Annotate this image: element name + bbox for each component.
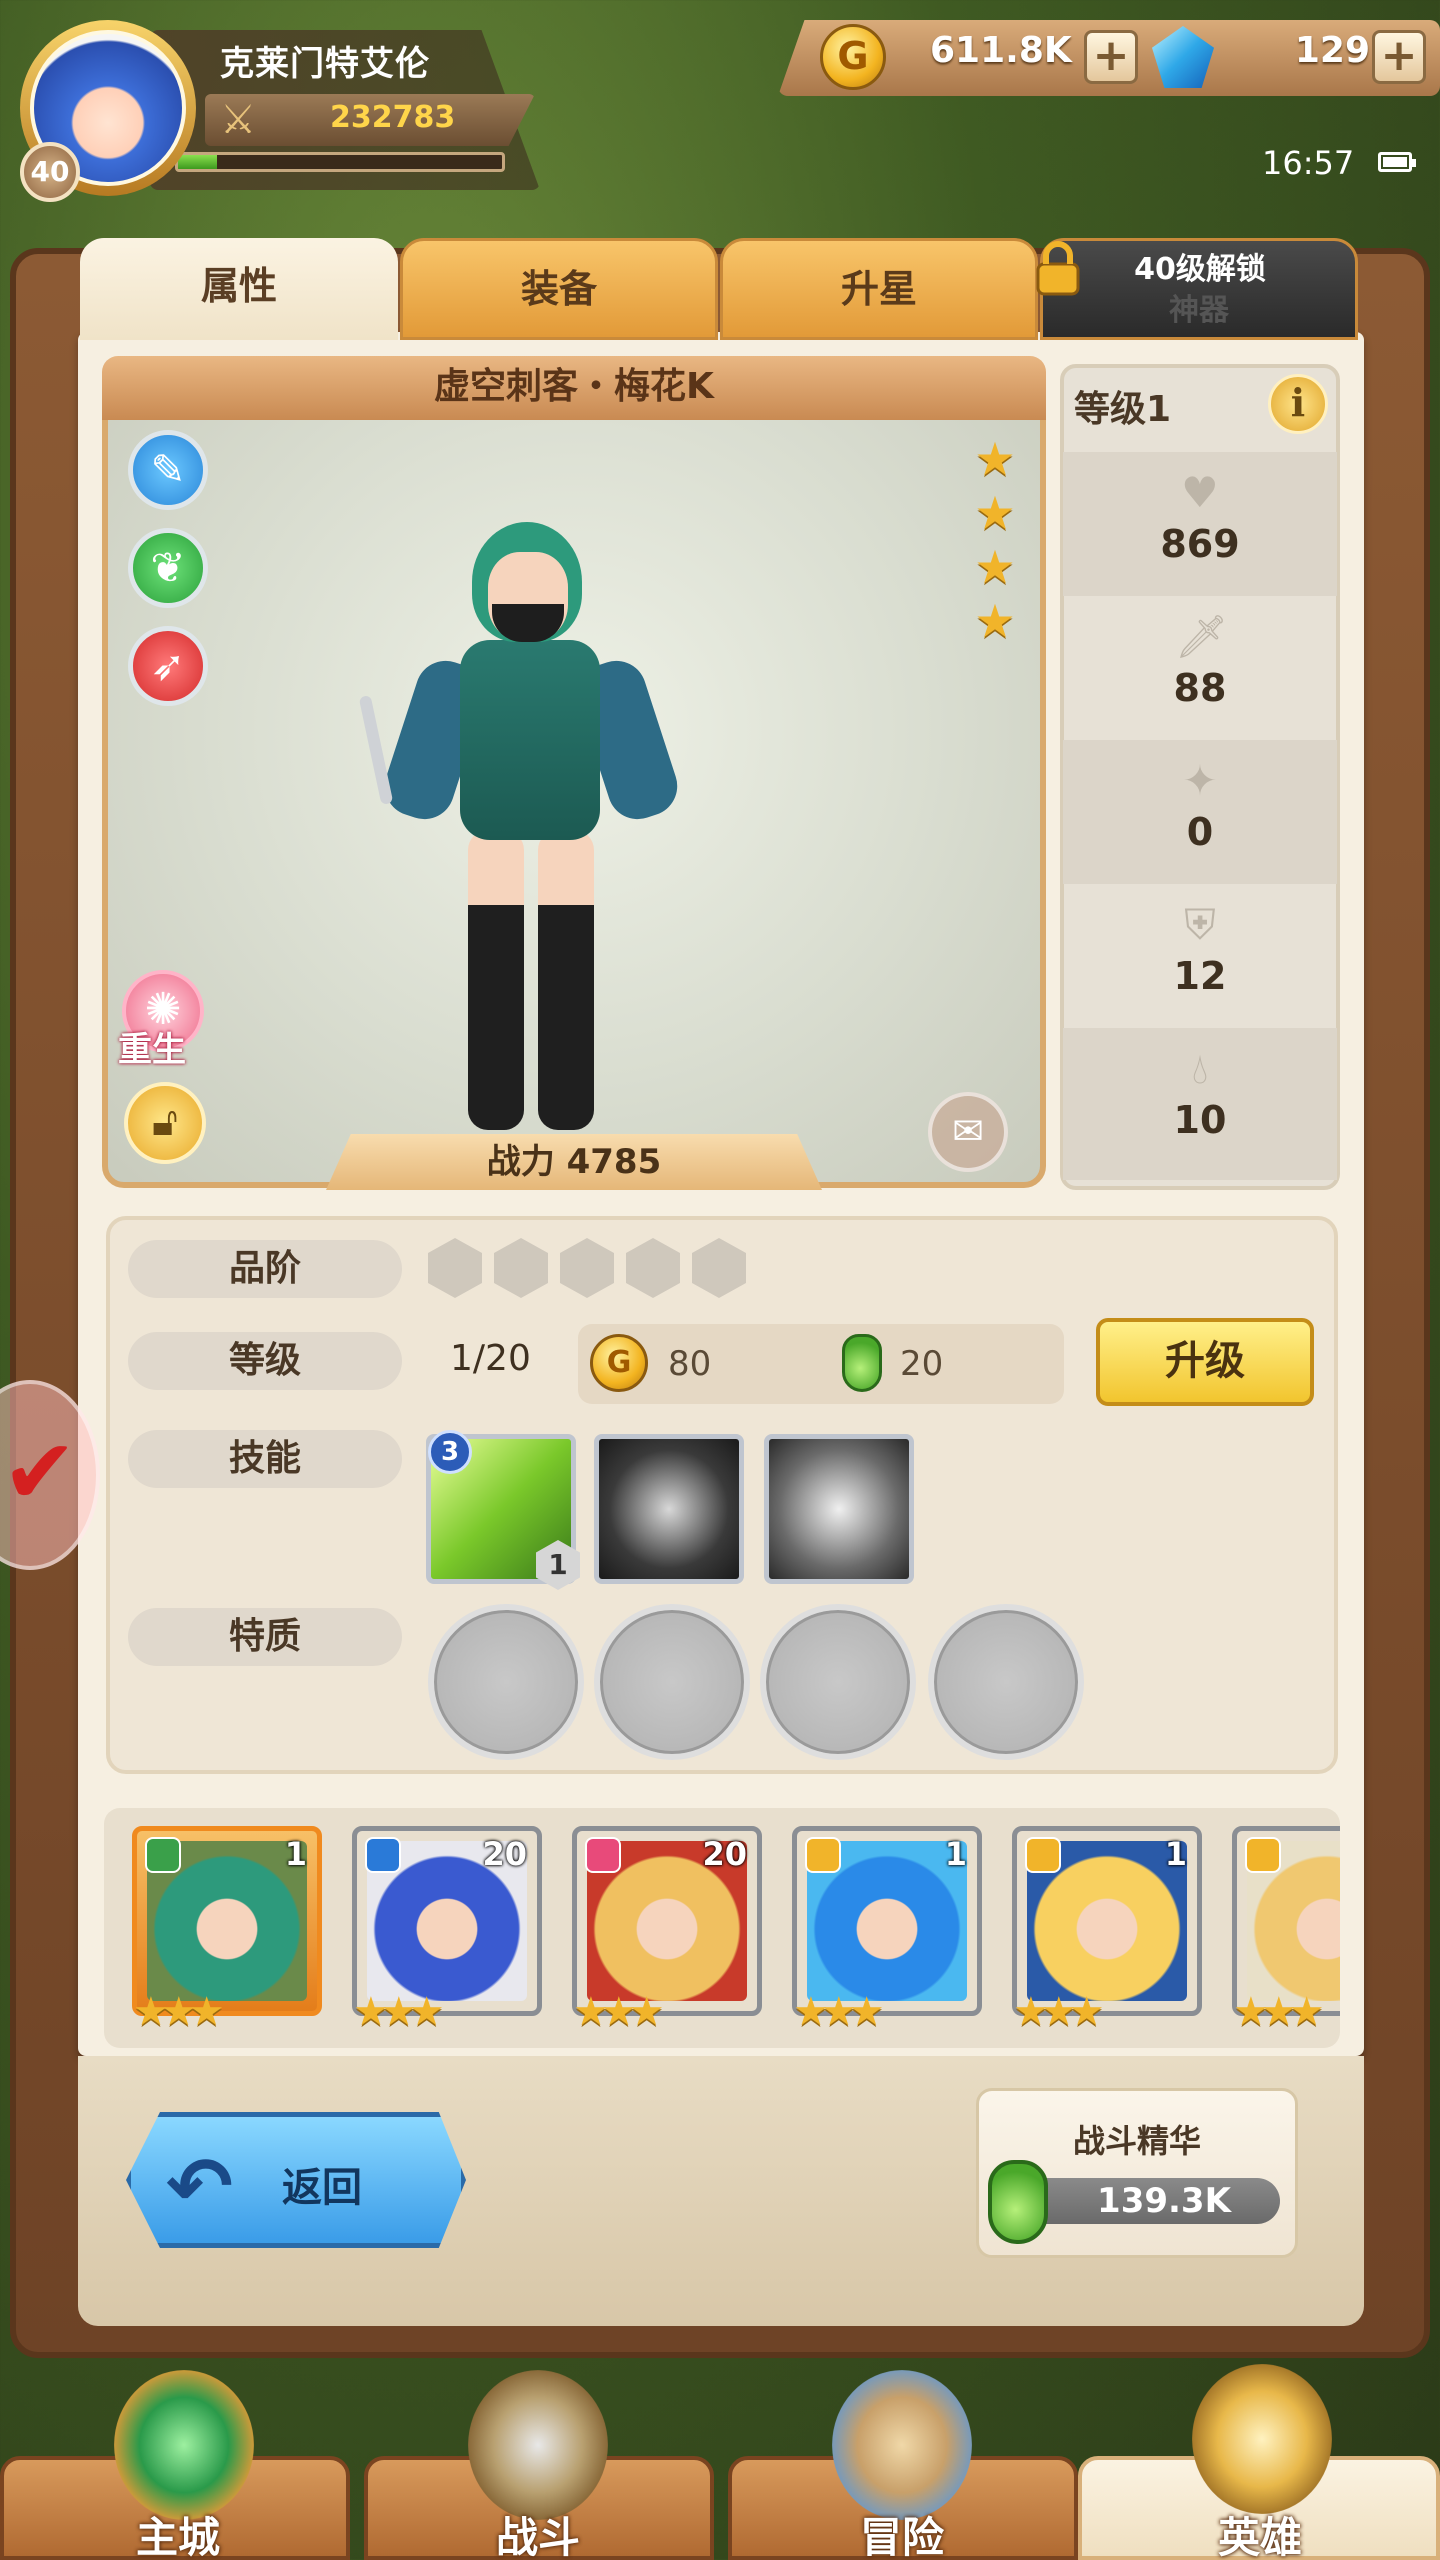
- wolf-icon[interactable]: ❦: [128, 528, 208, 608]
- level-progress: 1/20: [450, 1338, 531, 1379]
- essence-cost: 20: [900, 1344, 944, 1384]
- trait-slot-1[interactable]: [428, 1604, 584, 1760]
- roster-hero-card[interactable]: 20 ★★★: [352, 1826, 542, 2035]
- nav-tab-main-city[interactable]: 主城: [0, 2370, 350, 2560]
- stat-value: 88: [1173, 666, 1227, 710]
- main-city-icon: [114, 2370, 254, 2520]
- chat-bubble-icon[interactable]: ✉: [928, 1092, 1008, 1172]
- hero-star-1: ★: [974, 432, 1016, 486]
- hero-star-2: ★: [974, 486, 1016, 540]
- hero-name: 虚空刺客・梅花K: [102, 356, 1046, 420]
- hero-power: 战力 4785: [326, 1134, 822, 1190]
- info-icon[interactable]: i: [1268, 374, 1328, 434]
- gold-coin-icon: G: [590, 1334, 648, 1392]
- player-xp-bar: [175, 152, 505, 172]
- back-button-label[interactable]: 返回: [282, 2155, 362, 2213]
- battery-icon: [1378, 152, 1416, 172]
- battle-essence-value: 139.3K: [1018, 2178, 1280, 2224]
- player-level-badge: 40: [20, 142, 80, 202]
- player-xp-fill: [178, 155, 217, 169]
- trait-label: 特质: [128, 1608, 402, 1666]
- stat-value: 12: [1173, 954, 1227, 998]
- tab-attributes[interactable]: 属性: [80, 238, 398, 340]
- tab-equipment[interactable]: 装备: [400, 238, 718, 340]
- crossed-swords-icon: ⚔: [220, 97, 256, 143]
- stat-value: 869: [1160, 522, 1240, 566]
- essence-potion-icon: [842, 1334, 882, 1392]
- nav-tab-adventure[interactable]: 冒险: [728, 2370, 1078, 2560]
- status-clock: 16:57: [1262, 144, 1355, 182]
- player-name: 克莱门特艾伦: [220, 44, 430, 84]
- gold-coin-icon: G: [820, 24, 886, 90]
- nav-tab-hero[interactable]: 英雄: [1078, 2364, 1440, 2560]
- dagger-icon[interactable]: ✎: [128, 430, 208, 510]
- roster-hero-card[interactable]: ★★★: [1232, 1826, 1340, 2035]
- stat-row-defense: ⛨ 12: [1063, 884, 1337, 1028]
- side-menu-icon: ✔: [2, 1420, 78, 1525]
- unlock-icon[interactable]: 🔓︎: [124, 1082, 206, 1164]
- trait-slot-3[interactable]: [760, 1604, 916, 1760]
- shuriken-icon: ✦: [1182, 756, 1218, 805]
- stat-row-hp: ♥ 869: [1063, 452, 1337, 596]
- gem-amount: 129: [1294, 30, 1370, 71]
- adventure-map-icon: [832, 2370, 972, 2520]
- grade-label: 品阶: [128, 1240, 402, 1298]
- sword-icon: 🗡︎: [1175, 612, 1229, 661]
- nav-tab-battle[interactable]: 战斗: [364, 2370, 714, 2560]
- hero-model[interactable]: [358, 500, 700, 1140]
- stat-row-resist: 💧︎ 10: [1063, 1028, 1337, 1180]
- gold-amount: 611.8K: [930, 30, 1072, 71]
- stat-value: 10: [1173, 1098, 1227, 1142]
- battle-swords-icon: [468, 2370, 608, 2520]
- shield-icon: ⛨: [1184, 900, 1216, 949]
- hero-helmet-icon: [1192, 2364, 1332, 2514]
- tab-star-up[interactable]: 升星: [720, 238, 1038, 340]
- level-label: 等级: [128, 1332, 402, 1390]
- roster-hero-card[interactable]: 1 ★★★: [1012, 1826, 1202, 2035]
- rocket-icon[interactable]: ➶: [128, 626, 208, 706]
- add-gold-button[interactable]: +: [1084, 30, 1138, 84]
- hero-roster: 1 ★★★ 20 ★★★ 20 ★★★ 1 ★★★ 1 ★★★ ★★★: [104, 1808, 1340, 2048]
- hero-star-4: ★: [974, 594, 1016, 648]
- trait-slot-2[interactable]: [594, 1604, 750, 1760]
- stat-value: 0: [1186, 810, 1214, 854]
- skill-label: 技能: [128, 1430, 402, 1488]
- roster-hero-card[interactable]: 20 ★★★: [572, 1826, 762, 2035]
- skill-bombs-icon[interactable]: [764, 1434, 914, 1584]
- skill-leaf-icon[interactable]: [594, 1434, 744, 1584]
- rebirth-label[interactable]: 重生: [118, 1022, 186, 1071]
- roster-hero-card[interactable]: 1 ★★★: [132, 1826, 322, 2035]
- drop-icon: 💧︎: [1191, 1044, 1209, 1093]
- stat-row-crit: ✦ 0: [1063, 740, 1337, 884]
- skill-rank-badge: 3: [428, 1430, 472, 1474]
- heart-icon: ♥: [1181, 468, 1219, 517]
- roster-hero-card[interactable]: 1 ★★★: [792, 1826, 982, 2035]
- stat-row-attack: 🗡︎ 88: [1063, 596, 1337, 740]
- essence-potion-icon: [988, 2160, 1048, 2244]
- lock-icon: [1036, 241, 1080, 296]
- player-power-value: 232783: [330, 100, 456, 135]
- gold-cost: 80: [668, 1344, 712, 1384]
- tab-unlock-requirement: 40级解锁: [1134, 252, 1266, 287]
- upgrade-cost-box: [578, 1324, 1064, 1404]
- add-gems-button[interactable]: +: [1372, 30, 1426, 84]
- trait-slot-4[interactable]: [928, 1604, 1084, 1760]
- battle-essence-title: 战斗精华: [1072, 2122, 1201, 2160]
- hero-level: 等级1: [1074, 389, 1172, 430]
- hero-star-3: ★: [974, 540, 1016, 594]
- back-arrow-icon: ↶: [166, 2140, 234, 2233]
- upgrade-button[interactable]: 升级: [1096, 1318, 1314, 1406]
